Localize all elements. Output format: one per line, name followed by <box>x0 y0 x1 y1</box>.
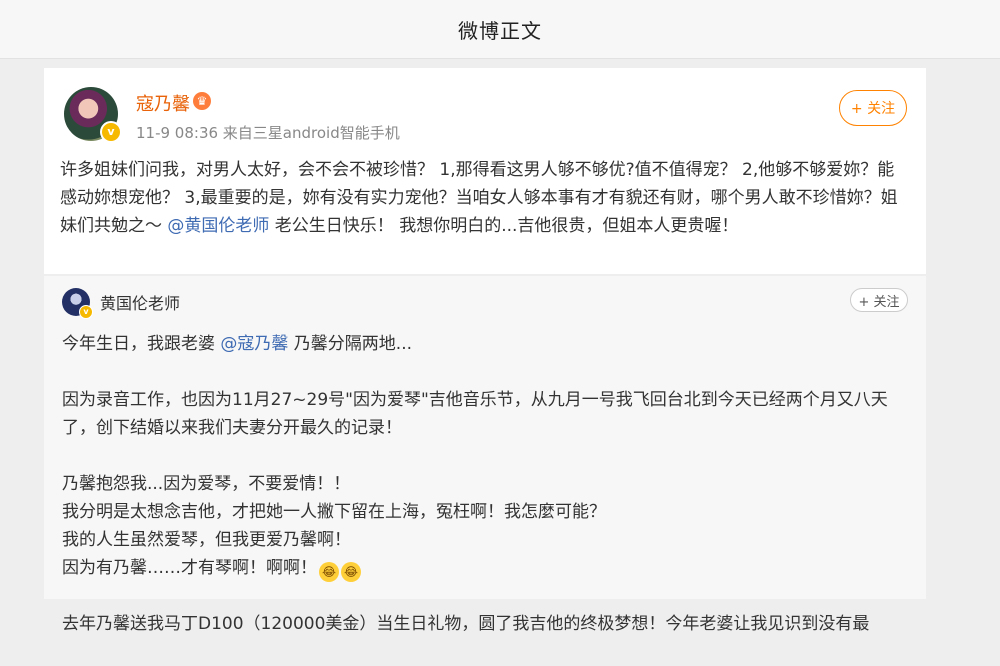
verified-icon: v <box>79 305 93 319</box>
verified-icon: v <box>100 121 122 143</box>
author-name[interactable]: 寇乃馨 <box>136 90 190 116</box>
vip-crown-icon: ♛ <box>193 92 211 110</box>
repost-text: 乃馨分隔两地... <box>288 334 413 354</box>
author-avatar[interactable]: v <box>64 87 122 143</box>
repost-paragraph: 去年乃馨送我马丁D100（120000美金）当生日礼物，圆了我吉他的终极梦想！今… <box>62 614 870 634</box>
repost-line: 我分明是太想念吉他，才把她一人撇下留在上海，冤枉啊！我怎麼可能？ <box>62 502 606 522</box>
repost-follow-button[interactable]: + 关注 <box>850 288 908 312</box>
post-text-part2: 老公生日快乐！ 我想你明白的...吉他很贵，但姐本人更贵喔！ <box>269 216 739 236</box>
repost-paragraph: 乃馨抱怨我...因为爱琴，不要爱情！！ 我分明是太想念吉他，才把她一人撇下留在上… <box>62 470 908 582</box>
repost-paragraph: 因为录音工作，也因为11月27~29号"因为爱琴"吉他音乐节，从九月一号我飞回台… <box>62 390 888 438</box>
repost-text: 今年生日，我跟老婆 <box>62 334 221 354</box>
reposted-card[interactable]: v 黄国伦老师 + 关注 今年生日，我跟老婆 @寇乃馨 乃馨分隔两地... 因为… <box>44 276 926 634</box>
repost-line: 因为有乃馨……才有琴啊！啊啊！ 😂 😂 <box>62 554 908 582</box>
top-bar: 微博正文 <box>0 0 1000 59</box>
post-card: v 寇乃馨 ♛ 11-9 08:36 来自三星android智能手机 + 关注 … <box>44 68 926 274</box>
repost-line: 乃馨抱怨我...因为爱琴，不要爱情！！ <box>62 474 351 494</box>
repost-body: 今年生日，我跟老婆 @寇乃馨 乃馨分隔两地... 因为录音工作，也因为11月27… <box>62 330 908 666</box>
mention-link[interactable]: @黄国伦老师 <box>167 216 269 236</box>
page-title: 微博正文 <box>458 18 542 43</box>
laugh-emoji-icon: 😂 <box>319 562 339 582</box>
follow-button[interactable]: + 关注 <box>839 90 907 126</box>
laugh-emoji-icon: 😂 <box>341 562 361 582</box>
repost-author-name[interactable]: 黄国伦老师 <box>100 290 180 314</box>
post-meta: 11-9 08:36 来自三星android智能手机 <box>136 124 400 142</box>
repost-line-text: 因为有乃馨……才有琴啊！啊啊！ <box>62 558 317 578</box>
repost-author-avatar[interactable]: v <box>62 288 93 319</box>
post-text: 许多姐妹们问我，对男人太好，会不会不被珍惜？ 1,那得看这男人够不够优?值不值得… <box>60 156 910 240</box>
mention-link[interactable]: @寇乃馨 <box>220 334 288 354</box>
repost-line: 我的人生虽然爱琴，但我更爱乃馨啊！ <box>62 530 351 550</box>
repost-paragraph: 今年生日，我跟老婆 @寇乃馨 乃馨分隔两地... <box>62 330 908 358</box>
